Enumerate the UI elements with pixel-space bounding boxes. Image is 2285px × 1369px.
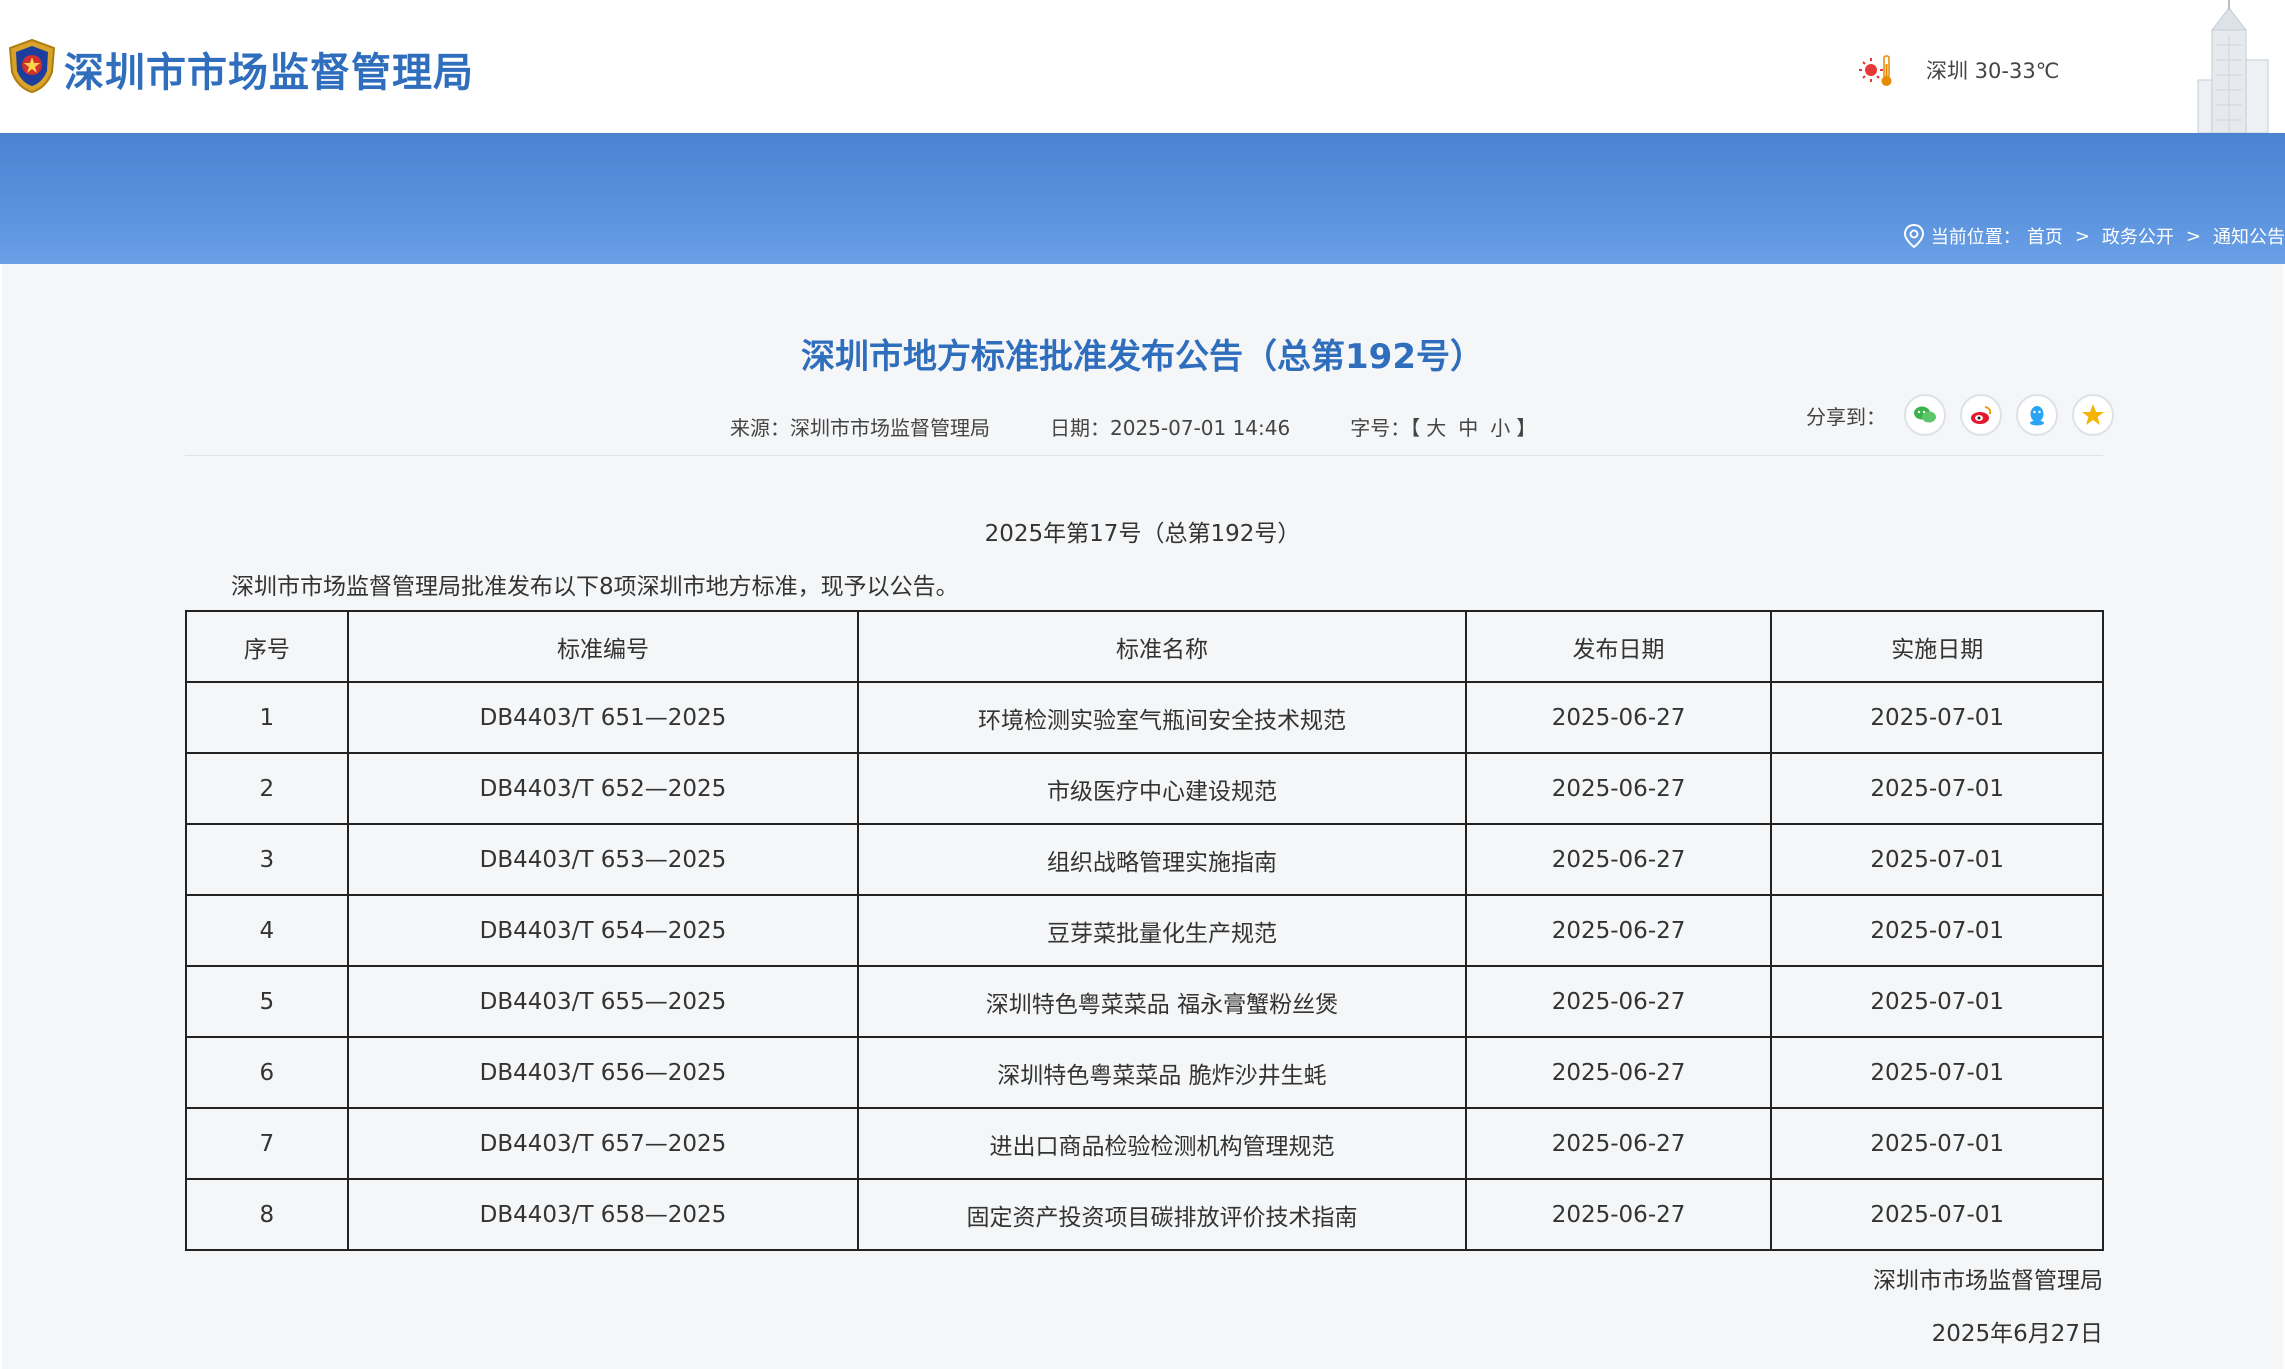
qzone-icon (2082, 404, 2104, 425)
share-qzone-button[interactable] (2072, 394, 2114, 436)
cell-release-date: 2025-06-27 (1464, 1036, 1773, 1109)
breadcrumb-separator: > (2185, 225, 2201, 247)
qq-icon (2030, 406, 2044, 426)
cell-index: 7 (185, 1107, 349, 1180)
font-size-label: 字号： (1350, 416, 1411, 440)
share-qq-button[interactable] (2016, 394, 2058, 436)
font-size-bracket-close: 】 (1516, 416, 1537, 440)
wechat-icon (1914, 406, 1936, 423)
header-release-date: 发布日期 (1464, 610, 1773, 683)
cell-release-date: 2025-06-27 (1464, 1107, 1773, 1180)
font-size-medium-button[interactable]: 中 (1458, 416, 1478, 440)
article-source: 来源：深圳市市场监督管理局 (730, 416, 990, 440)
header-standard-name: 标准名称 (857, 610, 1467, 683)
table-row: 3 DB4403/T 653—2025 组织战略管理实施指南 2025-06-2… (185, 823, 2104, 896)
location-pin-icon (1903, 223, 1924, 249)
blue-banner: 当前位置： 首页 > 政务公开 > 通知公告 (0, 133, 2285, 264)
cell-effective-date: 2025-07-01 (1770, 1036, 2104, 1109)
cell-standard-name: 固定资产投资项目碳排放评价技术指南 (857, 1178, 1467, 1251)
share-bar: 分享到： (1806, 394, 2114, 436)
font-size-large-button[interactable]: 大 (1426, 416, 1446, 440)
font-size-bracket-open: 【 (1410, 416, 1421, 440)
meta-divider (185, 455, 2103, 456)
font-size-control: 字号：【大中小】 (1350, 412, 1536, 441)
header-index: 序号 (185, 610, 349, 683)
article-panel: 深圳市地方标准批准发布公告（总第192号） 来源：深圳市市场监督管理局 日期：2… (2, 264, 2283, 1369)
issue-number: 2025年第17号（总第192号） (984, 521, 1301, 547)
cell-effective-date: 2025-07-01 (1770, 1107, 2104, 1180)
site-title[interactable]: 深圳市市场监督管理局 (64, 40, 474, 98)
cell-effective-date: 2025-07-01 (1770, 965, 2104, 1038)
article-date: 日期：2025-07-01 14:46 (1050, 416, 1291, 440)
cell-standard-number: DB4403/T 657—2025 (346, 1107, 860, 1180)
breadcrumb-prefix: 当前位置： (1930, 227, 2021, 248)
cell-release-date: 2025-06-27 (1464, 681, 1773, 754)
cell-effective-date: 2025-07-01 (1770, 894, 2104, 967)
cell-standard-number: DB4403/T 654—2025 (346, 894, 860, 967)
table-row: 4 DB4403/T 654—2025 豆芽菜批量化生产规范 2025-06-2… (185, 894, 2104, 967)
cell-index: 8 (185, 1178, 349, 1251)
cell-standard-name: 组织战略管理实施指南 (857, 823, 1467, 896)
header-standard-number: 标准编号 (346, 610, 860, 683)
breadcrumb-gov-affairs[interactable]: 政务公开 (2102, 223, 2174, 249)
cell-standard-number: DB4403/T 651—2025 (346, 681, 860, 754)
cell-standard-name: 进出口商品检验检测机构管理规范 (857, 1107, 1467, 1180)
cell-standard-name: 深圳特色粤菜菜品 脆炸沙井生蚝 (857, 1036, 1467, 1109)
site-header: 深圳市市场监督管理局 深圳 30-33℃ (0, 0, 2285, 133)
table-row: 8 DB4403/T 658—2025 固定资产投资项目碳排放评价技术指南 20… (185, 1178, 2104, 1251)
table-row: 6 DB4403/T 656—2025 深圳特色粤菜菜品 脆炸沙井生蚝 2025… (185, 1036, 2104, 1109)
cell-index: 3 (185, 823, 349, 896)
signature-organization: 深圳市市场监督管理局 (1873, 1268, 2103, 1294)
cell-standard-number: DB4403/T 658—2025 (346, 1178, 860, 1251)
cell-standard-name: 豆芽菜批量化生产规范 (857, 894, 1467, 967)
article-title: 深圳市地方标准批准发布公告（总第192号） (801, 337, 1484, 377)
share-weibo-button[interactable] (1960, 394, 2002, 436)
signature-date: 2025年6月27日 (1931, 1321, 2103, 1347)
sunny-hot-weather-icon (1859, 55, 1892, 86)
cell-standard-number: DB4403/T 655—2025 (346, 965, 860, 1038)
article-meta: 来源：深圳市市场监督管理局 日期：2025-07-01 14:46 字号：【大中… (730, 412, 1536, 441)
cell-index: 2 (185, 752, 349, 825)
cell-standard-name: 环境检测实验室气瓶间安全技术规范 (857, 681, 1467, 754)
cell-standard-number: DB4403/T 653—2025 (346, 823, 860, 896)
cell-release-date: 2025-06-27 (1464, 1178, 1773, 1251)
breadcrumb: 当前位置： 首页 > 政务公开 > 通知公告 (1903, 221, 2285, 251)
cell-effective-date: 2025-07-01 (1770, 1178, 2104, 1251)
table-row: 7 DB4403/T 657—2025 进出口商品检验检测机构管理规范 2025… (185, 1107, 2104, 1180)
breadcrumb-home[interactable]: 首页 (2027, 223, 2063, 249)
cell-standard-name: 深圳特色粤菜菜品 福永膏蟹粉丝煲 (857, 965, 1467, 1038)
cell-release-date: 2025-06-27 (1464, 752, 1773, 825)
cell-index: 5 (185, 965, 349, 1038)
standards-table: 序号 标准编号 标准名称 发布日期 实施日期 1 DB4403/T 651—20… (185, 610, 2104, 1251)
weibo-icon (1971, 406, 1992, 424)
cell-standard-number: DB4403/T 656—2025 (346, 1036, 860, 1109)
cell-release-date: 2025-06-27 (1464, 894, 1773, 967)
cell-effective-date: 2025-07-01 (1770, 823, 2104, 896)
breadcrumb-notices[interactable]: 通知公告 (2213, 223, 2285, 249)
breadcrumb-separator: > (2074, 225, 2090, 247)
cell-standard-number: DB4403/T 652—2025 (346, 752, 860, 825)
table-row: 2 DB4403/T 652—2025 市级医疗中心建设规范 2025-06-2… (185, 752, 2104, 825)
table-row: 5 DB4403/T 655—2025 深圳特色粤菜菜品 福永膏蟹粉丝煲 202… (185, 965, 2104, 1038)
cell-release-date: 2025-06-27 (1464, 965, 1773, 1038)
cell-index: 6 (185, 1036, 349, 1109)
cell-standard-name: 市级医疗中心建设规范 (857, 752, 1467, 825)
cell-effective-date: 2025-07-01 (1770, 681, 2104, 754)
table-header-row: 序号 标准编号 标准名称 发布日期 实施日期 (185, 610, 2104, 683)
font-size-small-button[interactable]: 小 (1490, 416, 1510, 440)
article-intro: 深圳市市场监督管理局批准发布以下8项深圳市地方标准，现予以公告。 (231, 574, 959, 600)
header-effective-date: 实施日期 (1770, 610, 2104, 683)
share-label: 分享到： (1806, 404, 1886, 429)
table-row: 1 DB4403/T 651—2025 环境检测实验室气瓶间安全技术规范 202… (185, 681, 2104, 754)
weather-text: 深圳 30-33℃ (1926, 59, 2060, 83)
city-building-illustration (2197, 0, 2269, 133)
cell-index: 4 (185, 894, 349, 967)
cell-effective-date: 2025-07-01 (1770, 752, 2104, 825)
cell-index: 1 (185, 681, 349, 754)
police-emblem-icon[interactable] (6, 38, 58, 94)
cell-release-date: 2025-06-27 (1464, 823, 1773, 896)
share-wechat-button[interactable] (1904, 394, 1946, 436)
